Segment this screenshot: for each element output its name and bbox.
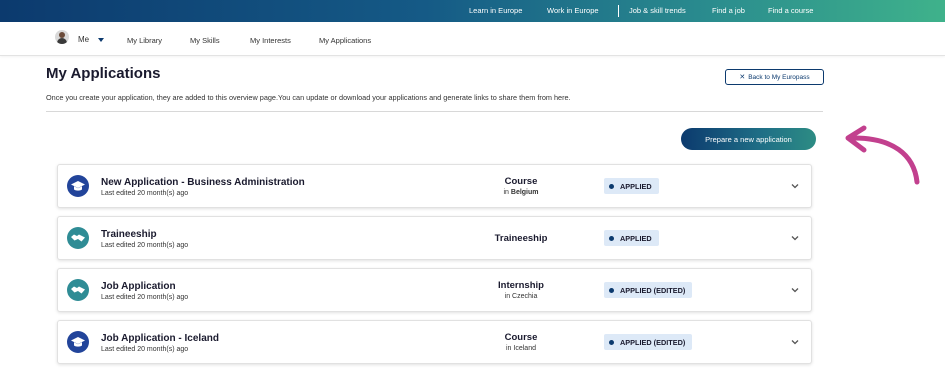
nav-separator	[618, 5, 619, 17]
nav-find-a-job[interactable]: Find a job	[712, 5, 745, 17]
handshake-icon	[67, 227, 89, 249]
chevron-down-icon[interactable]	[789, 284, 801, 296]
handshake-icon	[67, 279, 89, 301]
nav-learn-in-europe[interactable]: Learn in Europe	[469, 5, 522, 17]
close-icon: ✕	[739, 74, 746, 81]
status-dot-icon	[609, 235, 614, 241]
prepare-button-label: Prepare a new application	[705, 134, 792, 144]
application-location: in Iceland	[506, 345, 536, 352]
subnav-my-skills[interactable]: My Skills	[190, 36, 220, 45]
top-navigation: Learn in Europe Work in Europe Job & ski…	[0, 5, 945, 17]
application-name[interactable]: New Application - Business Administratio…	[101, 177, 305, 188]
application-type: Course	[504, 176, 538, 187]
status-dot-icon	[609, 339, 614, 345]
status-badge: APPLIED (EDITED)	[604, 282, 693, 298]
page-intro: Once you create your application, they a…	[46, 93, 571, 102]
application-last-edited: Last edited 20 month(s) ago	[101, 294, 189, 301]
graduation-cap-icon	[67, 175, 89, 197]
application-name[interactable]: Traineeship	[101, 229, 157, 240]
application-location: in Czechia	[504, 293, 538, 300]
subnav-my-interests[interactable]: My Interests	[250, 36, 291, 45]
application-name[interactable]: Job Application	[101, 281, 176, 292]
subnav-my-applications[interactable]: My Applications	[319, 36, 371, 45]
application-card[interactable]: Traineeship Last edited 20 month(s) ago …	[57, 216, 812, 260]
annotation-arrow-icon	[845, 125, 920, 185]
back-button-label: Back to My Europass	[748, 73, 810, 81]
application-type: Internship	[498, 280, 544, 291]
back-to-my-europass-button[interactable]: ✕ Back to My Europass	[725, 69, 824, 85]
user-navigation: Me My Library My Skills My Interests My …	[0, 22, 945, 56]
application-name[interactable]: Job Application - Iceland	[101, 333, 219, 344]
prepare-new-application-button[interactable]: Prepare a new application	[681, 128, 816, 150]
chevron-down-icon[interactable]	[789, 232, 801, 244]
chevron-down-icon[interactable]	[789, 336, 801, 348]
avatar[interactable]	[55, 30, 69, 44]
page-title: My Applications	[46, 65, 161, 82]
application-card[interactable]: Job Application Last edited 20 month(s) …	[57, 268, 812, 312]
subnav-my-library[interactable]: My Library	[127, 36, 162, 45]
application-location: in Belgium	[503, 189, 539, 196]
status-dot-icon	[609, 287, 614, 293]
nav-job-skill-trends[interactable]: Job & skill trends	[629, 5, 686, 17]
avatar-body	[57, 38, 67, 44]
application-card[interactable]: Job Application - Iceland Last edited 20…	[57, 320, 812, 364]
graduation-cap-icon	[67, 331, 89, 353]
status-badge: APPLIED	[604, 230, 659, 246]
nav-work-in-europe[interactable]: Work in Europe	[547, 5, 599, 17]
application-card[interactable]: New Application - Business Administratio…	[57, 164, 812, 208]
chevron-down-icon[interactable]	[789, 180, 801, 192]
application-last-edited: Last edited 20 month(s) ago	[101, 190, 189, 197]
nav-find-a-course[interactable]: Find a course	[768, 5, 813, 17]
divider	[46, 111, 823, 112]
application-type: Traineeship	[494, 233, 548, 244]
application-last-edited: Last edited 20 month(s) ago	[101, 242, 189, 249]
status-badge: APPLIED (EDITED)	[604, 334, 693, 350]
status-dot-icon	[609, 183, 614, 189]
chevron-down-icon[interactable]	[98, 38, 104, 42]
status-badge: APPLIED	[604, 178, 659, 194]
user-menu-label[interactable]: Me	[78, 35, 89, 44]
application-last-edited: Last edited 20 month(s) ago	[101, 346, 189, 353]
application-type: Course	[504, 332, 538, 343]
